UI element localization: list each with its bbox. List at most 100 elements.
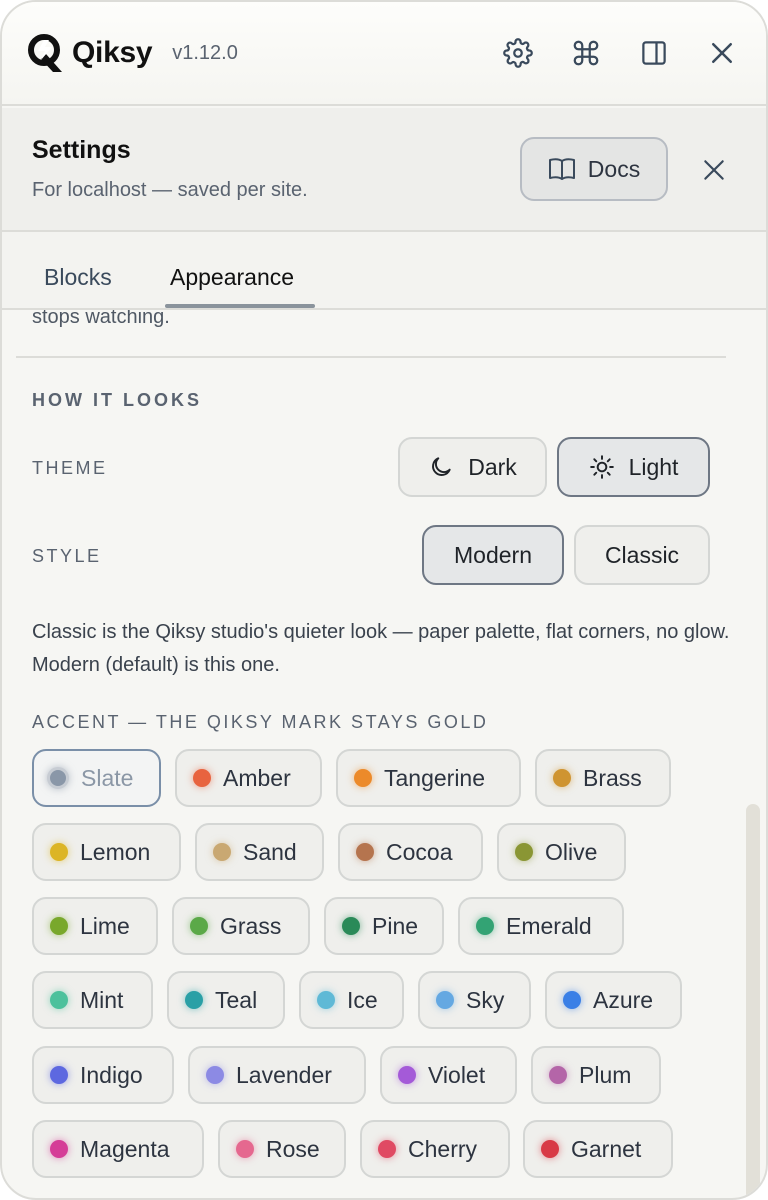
accent-label-text: Lemon: [80, 838, 151, 865]
sun-icon: [589, 455, 614, 479]
color-dot: [342, 917, 360, 935]
color-dot: [354, 769, 372, 787]
accent-label-text: Grass: [220, 912, 282, 939]
color-dot: [50, 1140, 68, 1158]
active-tab-indicator: [165, 304, 315, 308]
accent-label-text: Ice: [347, 986, 378, 1013]
accent-amber[interactable]: Amber: [175, 749, 322, 807]
accent-lemon[interactable]: Lemon: [32, 823, 181, 881]
color-dot: [476, 917, 494, 935]
tab-appearance[interactable]: Appearance: [170, 264, 294, 291]
color-dot: [317, 991, 335, 1009]
color-dot: [193, 769, 211, 787]
accent-violet[interactable]: Violet: [380, 1046, 517, 1104]
accent-label-text: Rose: [266, 1135, 320, 1162]
accent-grass[interactable]: Grass: [172, 897, 310, 955]
color-dot: [236, 1140, 254, 1158]
shortcuts-button[interactable]: [566, 33, 606, 73]
scrollbar-thumb[interactable]: [746, 804, 760, 1198]
section-divider: [16, 356, 726, 358]
accent-brass[interactable]: Brass: [535, 749, 671, 807]
accent-tangerine[interactable]: Tangerine: [336, 749, 521, 807]
qiksy-logo-icon: [28, 34, 62, 72]
color-dot: [398, 1066, 416, 1084]
app-version: v1.12.0: [172, 41, 238, 64]
style-classic-button[interactable]: Classic: [574, 525, 710, 585]
accent-label-text: Tangerine: [384, 764, 486, 791]
appearance-panel: stops watching. HOW IT LOOKS THEME Dark …: [2, 310, 766, 1198]
settings-window: Qiksy v1.12.0 Settings For localhost — s…: [0, 0, 768, 1200]
accent-label: ACCENT — THE QIKSY MARK STAYS GOLD: [32, 712, 489, 732]
close-settings-button[interactable]: [696, 152, 732, 188]
accent-emerald[interactable]: Emerald: [458, 897, 624, 955]
close-window-button[interactable]: [702, 33, 742, 73]
color-dot: [213, 843, 231, 861]
color-dot: [50, 843, 68, 861]
theme-dark-button[interactable]: Dark: [398, 437, 547, 497]
accent-label-text: Lime: [80, 912, 130, 939]
section-title: HOW IT LOOKS: [32, 390, 202, 410]
command-icon: [573, 40, 599, 66]
accent-plum[interactable]: Plum: [531, 1046, 661, 1104]
accent-label-text: Garnet: [571, 1135, 642, 1162]
app-name: Qiksy: [72, 36, 153, 69]
theme-light-button[interactable]: Light: [557, 437, 710, 497]
toggle-sidebar-button[interactable]: [634, 33, 674, 73]
accent-label-text: Slate: [81, 764, 134, 791]
accent-lime[interactable]: Lime: [32, 897, 158, 955]
accent-label-text: Sand: [243, 838, 297, 865]
accent-label-text: Cocoa: [386, 838, 453, 865]
color-dot: [356, 843, 374, 861]
close-icon: [704, 160, 724, 180]
accent-label-text: Magenta: [80, 1135, 170, 1162]
tab-blocks[interactable]: Blocks: [44, 264, 112, 291]
accent-teal[interactable]: Teal: [167, 971, 285, 1029]
accent-label-text: Plum: [579, 1061, 632, 1088]
accent-pine[interactable]: Pine: [324, 897, 444, 955]
accent-lavender[interactable]: Lavender: [188, 1046, 366, 1104]
accent-olive[interactable]: Olive: [497, 823, 626, 881]
theme-dark-label: Dark: [468, 453, 517, 480]
color-dot: [541, 1140, 559, 1158]
accent-mint[interactable]: Mint: [32, 971, 153, 1029]
color-dot: [553, 769, 571, 787]
accent-ice[interactable]: Ice: [299, 971, 404, 1029]
color-dot: [378, 1140, 396, 1158]
sidebar-panel-icon: [642, 41, 666, 65]
accent-garnet[interactable]: Garnet: [523, 1120, 673, 1178]
accent-label-text: Teal: [215, 986, 258, 1013]
close-icon: [712, 43, 732, 63]
color-dot: [436, 991, 454, 1009]
accent-cherry[interactable]: Cherry: [360, 1120, 510, 1178]
previous-section-text: stops watching.: [32, 310, 170, 328]
color-dot: [47, 767, 69, 789]
style-modern-button[interactable]: Modern: [422, 525, 564, 585]
book-icon: [548, 158, 575, 180]
style-label: STYLE: [32, 546, 102, 566]
settings-button[interactable]: [498, 33, 538, 73]
gear-icon: [503, 38, 533, 68]
color-dot: [50, 991, 68, 1009]
accent-label-text: Mint: [80, 986, 124, 1013]
color-dot: [50, 917, 68, 935]
docs-label: Docs: [587, 155, 641, 182]
accent-label-text: Brass: [583, 764, 642, 791]
accent-label-text: Amber: [223, 764, 291, 791]
accent-azure[interactable]: Azure: [545, 971, 682, 1029]
color-dot: [515, 843, 533, 861]
color-dot: [185, 991, 203, 1009]
accent-sand[interactable]: Sand: [195, 823, 324, 881]
accent-indigo[interactable]: Indigo: [32, 1046, 174, 1104]
accent-rose[interactable]: Rose: [218, 1120, 346, 1178]
accent-magenta[interactable]: Magenta: [32, 1120, 204, 1178]
settings-header: Settings For localhost — saved per site.…: [2, 108, 766, 232]
accent-label-text: Violet: [428, 1061, 486, 1088]
docs-button[interactable]: Docs: [520, 137, 668, 201]
accent-cocoa[interactable]: Cocoa: [338, 823, 483, 881]
accent-label-text: Olive: [545, 838, 598, 865]
accent-sky[interactable]: Sky: [418, 971, 531, 1029]
accent-label-text: Azure: [593, 986, 654, 1013]
style-description: Classic is the Qiksy studio's quieter lo…: [32, 621, 730, 676]
accent-slate[interactable]: Slate: [32, 749, 161, 807]
theme-light-label: Light: [628, 453, 679, 480]
